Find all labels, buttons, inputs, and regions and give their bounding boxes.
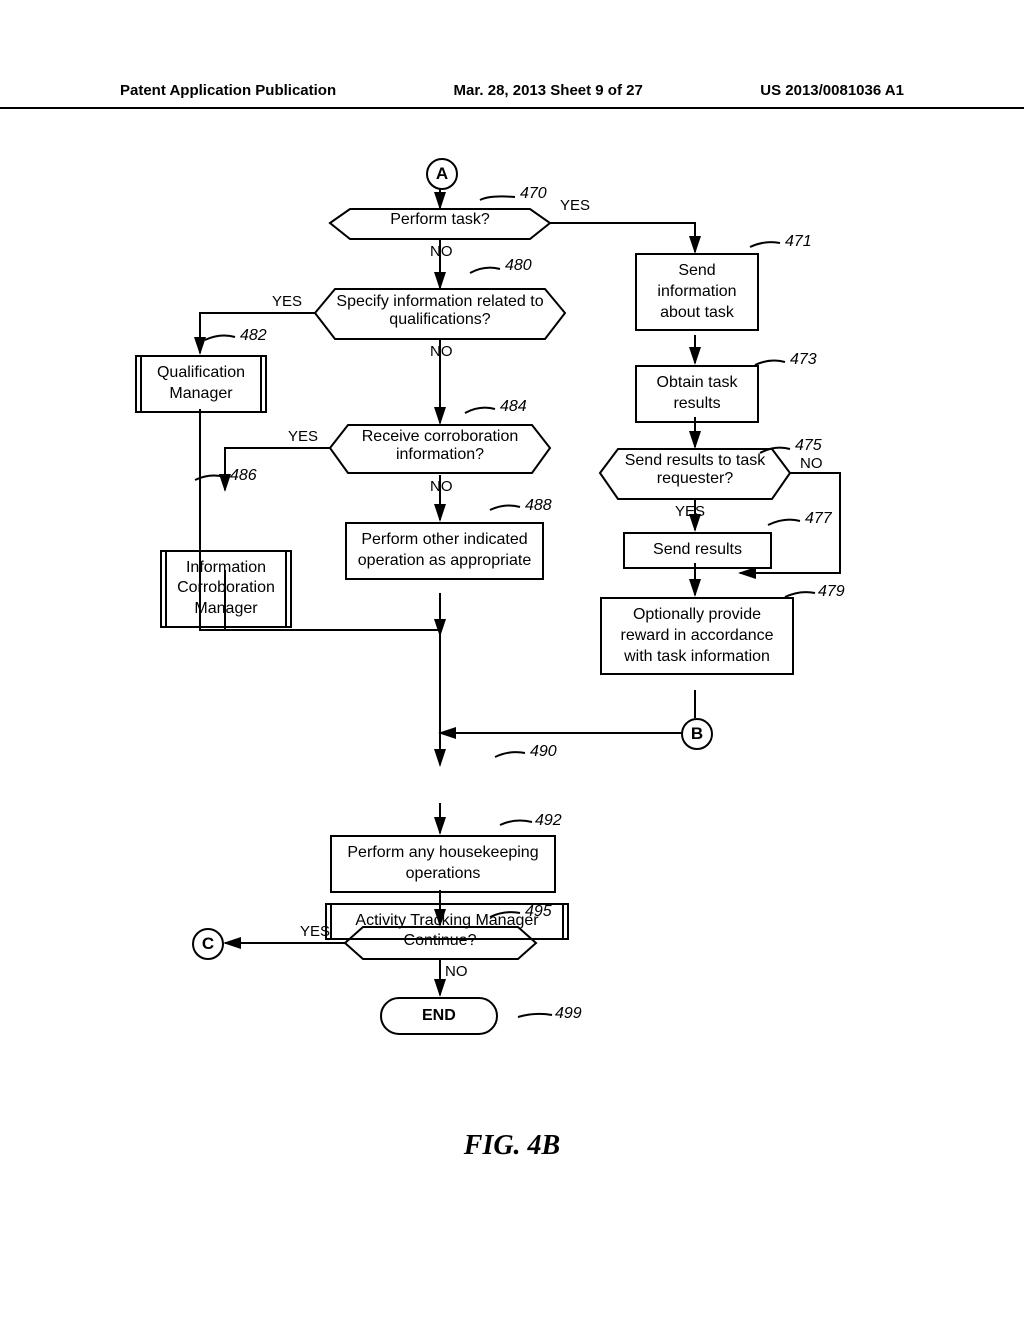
- process-send-results: Send results: [623, 532, 772, 569]
- ref-480: 480: [505, 257, 532, 275]
- decision-receive-corroboration: Receive corroboration information?: [345, 428, 535, 464]
- connector-b: B: [681, 718, 713, 750]
- connector-a: A: [426, 158, 458, 190]
- ref-490: 490: [530, 743, 557, 761]
- ref-492: 492: [535, 812, 562, 830]
- decision-send-results: Send results to task requester?: [610, 452, 780, 488]
- ref-477: 477: [805, 510, 832, 528]
- ref-479: 479: [818, 583, 845, 601]
- ref-484: 484: [500, 398, 527, 416]
- ref-471: 471: [785, 233, 812, 251]
- label-yes: YES: [288, 428, 318, 445]
- process-send-info: Send information about task: [635, 253, 759, 331]
- label-no: NO: [800, 455, 823, 472]
- label-yes: YES: [560, 197, 590, 214]
- process-reward: Optionally provide reward in accordance …: [600, 597, 794, 675]
- label-no: NO: [430, 343, 453, 360]
- ref-486: 486: [230, 467, 257, 485]
- process-obtain-results: Obtain task results: [635, 365, 759, 423]
- label-yes: YES: [300, 923, 330, 940]
- label-no: NO: [430, 478, 453, 495]
- ref-470: 470: [520, 185, 547, 203]
- ref-499: 499: [555, 1005, 582, 1023]
- sub-qualification-manager: Qualification Manager: [135, 355, 267, 413]
- figure-caption: FIG. 4B: [0, 1130, 1024, 1162]
- ref-495: 495: [525, 903, 552, 921]
- flowchart: A B C Perform task? Specify information …: [120, 155, 900, 1075]
- label-yes: YES: [272, 293, 302, 310]
- decision-specify-qualifications: Specify information related to qualifica…: [330, 293, 550, 329]
- process-housekeeping: Perform any housekeeping operations: [330, 835, 556, 893]
- page-header: Patent Application Publication Mar. 28, …: [0, 82, 1024, 109]
- ref-482: 482: [240, 327, 267, 345]
- header-right: US 2013/0081036 A1: [760, 82, 904, 99]
- label-yes: YES: [675, 503, 705, 520]
- process-perform-other: Perform other indicated operation as app…: [345, 522, 544, 580]
- ref-473: 473: [790, 351, 817, 369]
- label-no: NO: [445, 963, 468, 980]
- terminator-end: END: [380, 997, 498, 1035]
- header-center: Mar. 28, 2013 Sheet 9 of 27: [454, 82, 643, 99]
- ref-488: 488: [525, 497, 552, 515]
- header-left: Patent Application Publication: [120, 82, 336, 99]
- label-no: NO: [430, 243, 453, 260]
- ref-475: 475: [795, 437, 822, 455]
- sub-corroboration-manager: Information Corroboration Manager: [160, 550, 292, 628]
- connector-c: C: [192, 928, 224, 960]
- decision-perform-task: Perform task?: [350, 211, 530, 229]
